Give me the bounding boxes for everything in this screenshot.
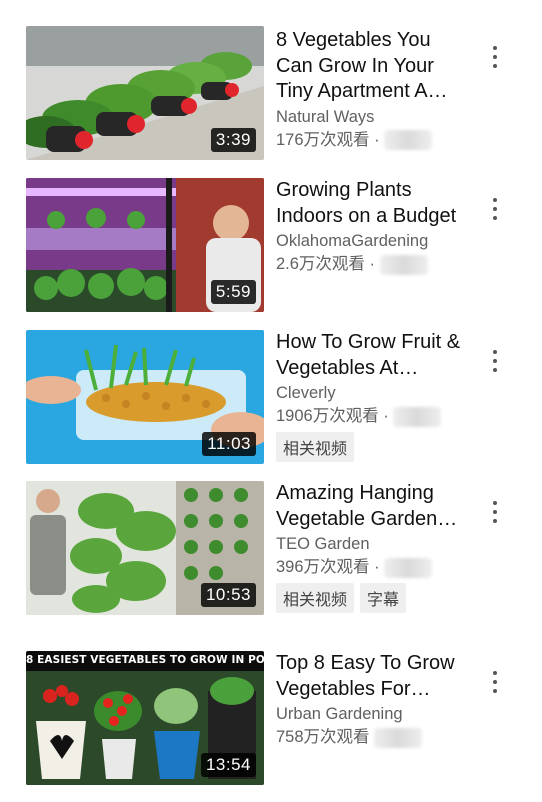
view-count-text: 758万次观看 [276, 728, 370, 746]
video-title[interactable]: Top 8 Easy To Grow Vegetables For… [276, 651, 466, 702]
view-count-text: 1906万次观看 · [276, 407, 389, 425]
video-thumbnail[interactable]: 8 EASIEST VEGETABLES TO GROW IN POTS 13:… [26, 651, 264, 785]
channel-name[interactable]: Natural Ways [276, 106, 466, 129]
view-count-text: 396万次观看 · [276, 558, 380, 576]
blurred-upload-date [374, 727, 423, 748]
blurred-upload-date [384, 557, 433, 578]
duration-badge: 5:59 [210, 280, 256, 304]
view-count-text: 2.6万次观看 · [276, 255, 376, 273]
video-thumbnail[interactable]: 5:59 [26, 178, 264, 312]
channel-name[interactable]: Cleverly [276, 382, 466, 405]
view-count: 176万次观看 · [276, 129, 466, 152]
more-options-icon[interactable] [484, 348, 506, 378]
video-thumbnail[interactable]: 3:39 [26, 26, 264, 160]
view-count: 758万次观看 [276, 726, 466, 749]
more-options-icon[interactable] [484, 499, 506, 529]
channel-name[interactable]: Urban Gardening [276, 703, 466, 726]
blurred-upload-date [393, 406, 442, 427]
video-title[interactable]: Growing Plants Indoors on a Budget [276, 178, 466, 229]
related-videos-badge: 相关视频 [276, 583, 355, 613]
more-options-icon[interactable] [484, 196, 506, 226]
video-title[interactable]: Amazing Hanging Vegetable Garden… [276, 481, 466, 532]
blurred-upload-date [384, 130, 433, 151]
duration-badge: 13:54 [200, 753, 256, 777]
more-options-icon[interactable] [484, 669, 506, 699]
more-options-icon[interactable] [484, 44, 506, 74]
thumbnail-banner: 8 EASIEST VEGETABLES TO GROW IN POTS [26, 654, 264, 666]
video-thumbnail[interactable]: 11:03 [26, 330, 264, 464]
video-title[interactable]: 8 Vegetables You Can Grow In Your Tiny A… [276, 28, 466, 105]
channel-name[interactable]: TEO Garden [276, 533, 466, 556]
related-videos-badge: 相关视频 [276, 432, 355, 462]
subtitles-badge: 字幕 [360, 583, 407, 613]
video-title[interactable]: How To Grow Fruit & Vegetables At… [276, 330, 466, 381]
view-count-text: 176万次观看 · [276, 130, 380, 149]
view-count: 1906万次观看 · [276, 405, 466, 428]
duration-badge: 10:53 [200, 583, 256, 607]
view-count: 2.6万次观看 · [276, 253, 466, 276]
duration-badge: 3:39 [210, 128, 256, 152]
video-thumbnail[interactable]: 10:53 [26, 481, 264, 615]
blurred-upload-date [379, 254, 428, 275]
view-count: 396万次观看 · [276, 556, 466, 579]
channel-name[interactable]: OklahomaGardening [276, 230, 466, 253]
duration-badge: 11:03 [202, 432, 256, 456]
